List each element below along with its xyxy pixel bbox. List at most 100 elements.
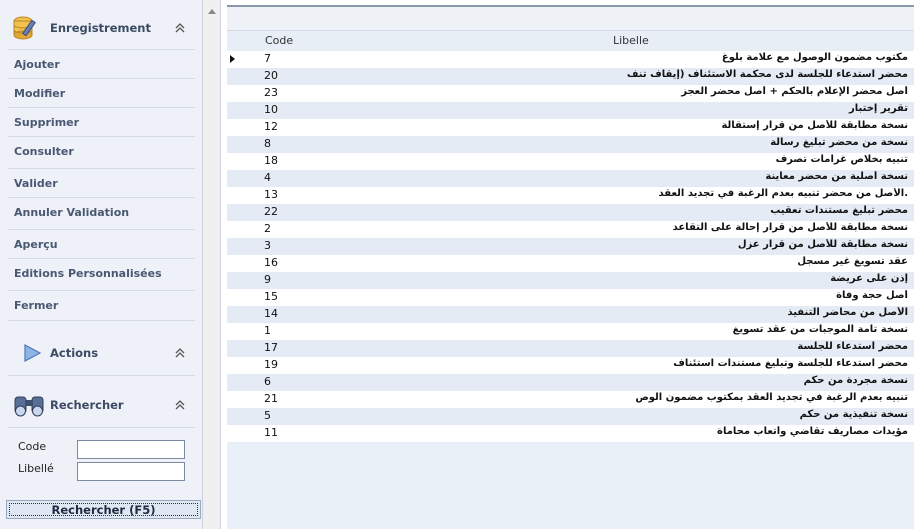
table-row[interactable]: 1 نسخة تامة الموجبات من عقد تسويغ: [227, 323, 914, 340]
cell-code[interactable]: 2: [264, 222, 271, 235]
cell-libelle[interactable]: نسخة من محضر تبليغ رسالة: [613, 137, 908, 148]
table-row[interactable]: 15 أصل حجة وفاة: [227, 289, 914, 306]
binoculars-icon: [12, 391, 46, 419]
cell-libelle[interactable]: نسخة مطابقة للأصل من قرار عزل: [613, 239, 908, 250]
chevron-up-icon[interactable]: [175, 399, 185, 411]
cell-libelle[interactable]: محضر استدعاء للجلسة لدى محكمة الاستئناف …: [613, 69, 908, 80]
table-row[interactable]: 2 نسخة مطابقة للأصل من قرار إحالة على الت…: [227, 221, 914, 238]
rechercher-button-label: Rechercher (F5): [51, 502, 156, 517]
cell-code[interactable]: 14: [264, 307, 278, 320]
divider: [8, 78, 195, 79]
cell-libelle[interactable]: عقد تسويغ غير مسجل: [613, 256, 908, 267]
cell-libelle[interactable]: نسخة أصلية من محضر معاينة: [613, 171, 908, 182]
column-header-libelle[interactable]: Libelle: [613, 34, 649, 47]
cell-code[interactable]: 3: [264, 239, 271, 252]
apercu-button[interactable]: Aperçu: [14, 238, 194, 251]
table-row[interactable]: 10 تقرير إختبار: [227, 102, 914, 119]
table-row[interactable]: 21 تنبيه بعدم الرغبة في تجديد العقد بمكتو…: [227, 391, 914, 408]
cell-code[interactable]: 13: [264, 188, 278, 201]
modifier-button[interactable]: Modifier: [14, 87, 194, 100]
database-pencil-icon: [12, 14, 38, 42]
cell-code[interactable]: 9: [264, 273, 271, 286]
table-row[interactable]: 17 محضر استدعاء للجلسة: [227, 340, 914, 357]
cell-libelle[interactable]: محضر استدعاء للجلسة: [613, 341, 908, 352]
cell-libelle[interactable]: نسخة مجردة من حكم: [613, 375, 908, 386]
table-row[interactable]: 7 مكتوب مضمون الوصول مع علامة بلوغ: [227, 51, 914, 68]
cell-code[interactable]: 4: [264, 171, 271, 184]
table-row[interactable]: 4 نسخة أصلية من محضر معاينة: [227, 170, 914, 187]
libelle-label: Libellé: [18, 462, 54, 475]
chevron-up-icon[interactable]: [175, 347, 185, 359]
table-row[interactable]: 6 نسخة مجردة من حكم: [227, 374, 914, 391]
table-row[interactable]: 3 نسخة مطابقة للأصل من قرار عزل: [227, 238, 914, 255]
libelle-input[interactable]: [77, 462, 185, 481]
chevron-up-icon[interactable]: [175, 22, 185, 34]
table-row[interactable]: 12 نسخة مطابقة للأصل من قرار إستقالة: [227, 119, 914, 136]
cell-libelle[interactable]: محضر استدعاء للجلسة وتبليغ مستندات استئن…: [613, 358, 908, 369]
table-row[interactable]: 18 تنبيه بخلاص غرامات تصرف: [227, 153, 914, 170]
current-row-indicator-icon: [230, 55, 235, 63]
cell-code[interactable]: 18: [264, 154, 278, 167]
cell-libelle[interactable]: محضر تبليغ مستندات تعقيب: [613, 205, 908, 216]
cell-libelle[interactable]: أصل حجة وفاة: [613, 290, 908, 301]
ajouter-button[interactable]: Ajouter: [14, 58, 194, 71]
fermer-button[interactable]: Fermer: [14, 299, 194, 312]
annuler-validation-button[interactable]: Annuler Validation: [14, 206, 194, 219]
cell-libelle[interactable]: نسخة تامة الموجبات من عقد تسويغ: [613, 324, 908, 335]
table-row[interactable]: 23 أصل محضر الإعلام بالحكم + أصل محضر الع…: [227, 85, 914, 102]
cell-code[interactable]: 23: [264, 86, 278, 99]
cell-libelle[interactable]: نسخة تنفيذية من حكم: [613, 409, 908, 420]
divider: [8, 229, 195, 230]
cell-code[interactable]: 19: [264, 358, 278, 371]
table-row[interactable]: 22 محضر تبليغ مستندات تعقيب: [227, 204, 914, 221]
cell-code[interactable]: 22: [264, 205, 278, 218]
cell-code[interactable]: 12: [264, 120, 278, 133]
table-row[interactable]: 9 إذن على عريضة: [227, 272, 914, 289]
cell-code[interactable]: 1: [264, 324, 271, 337]
cell-libelle[interactable]: .الأصل من محضر تنبيه بعدم الرغبة في تجدي…: [613, 188, 908, 199]
cell-libelle[interactable]: تنبيه بخلاص غرامات تصرف: [613, 154, 908, 165]
table-row[interactable]: 16 عقد تسويغ غير مسجل: [227, 255, 914, 272]
cell-libelle[interactable]: نسخة مطابقة للأصل من قرار إحالة على التق…: [613, 222, 908, 233]
valider-button[interactable]: Valider: [14, 177, 194, 190]
table-row[interactable]: 11 مؤيدات مصاريف تقاضي وأتعاب محاماة: [227, 425, 914, 442]
data-grid: Code Libelle 7 مكتوب مضمون الوصول مع علام…: [227, 5, 914, 529]
table-row[interactable]: 13 .الأصل من محضر تنبيه بعدم الرغبة في تج…: [227, 187, 914, 204]
cell-libelle[interactable]: إذن على عريضة: [613, 273, 908, 284]
table-row[interactable]: 14 الأصل من محاضر التنفيذ: [227, 306, 914, 323]
cell-code[interactable]: 10: [264, 103, 278, 116]
cell-code[interactable]: 20: [264, 69, 278, 82]
cell-libelle[interactable]: نسخة مطابقة للأصل من قرار إستقالة: [613, 120, 908, 131]
cell-libelle[interactable]: مؤيدات مصاريف تقاضي وأتعاب محاماة: [613, 426, 908, 437]
cell-libelle[interactable]: تقرير إختبار: [613, 103, 908, 114]
cell-code[interactable]: 17: [264, 341, 278, 354]
code-input[interactable]: [77, 440, 185, 459]
cell-code[interactable]: 16: [264, 256, 278, 269]
scroll-up-arrow-icon[interactable]: [208, 9, 216, 14]
editions-personnalisees-button[interactable]: Editions Personnalisées: [14, 267, 194, 280]
cell-libelle[interactable]: تنبيه بعدم الرغبة في تجديد العقد بمكتوب …: [613, 392, 908, 403]
table-row[interactable]: 19 محضر استدعاء للجلسة وتبليغ مستندات است…: [227, 357, 914, 374]
cell-code[interactable]: 7: [264, 52, 271, 65]
cell-code[interactable]: 5: [264, 409, 271, 422]
cell-libelle[interactable]: مكتوب مضمون الوصول مع علامة بلوغ: [613, 52, 908, 63]
table-row[interactable]: 5 نسخة تنفيذية من حكم: [227, 408, 914, 425]
enregistrement-header[interactable]: Enregistrement: [4, 8, 197, 48]
cell-code[interactable]: 15: [264, 290, 278, 303]
table-row[interactable]: 20 محضر استدعاء للجلسة لدى محكمة الاستئنا…: [227, 68, 914, 85]
actions-header[interactable]: Actions: [4, 333, 197, 373]
cell-code[interactable]: 6: [264, 375, 271, 388]
consulter-button[interactable]: Consulter: [14, 145, 194, 158]
cell-code[interactable]: 8: [264, 137, 271, 150]
divider: [8, 427, 195, 428]
cell-libelle[interactable]: أصل محضر الإعلام بالحكم + أصل محضر العجز: [613, 86, 908, 97]
rechercher-header[interactable]: Rechercher: [4, 385, 197, 425]
cell-code[interactable]: 11: [264, 426, 278, 439]
cell-code[interactable]: 21: [264, 392, 278, 405]
rechercher-button[interactable]: Rechercher (F5): [6, 500, 201, 519]
supprimer-button[interactable]: Supprimer: [14, 116, 194, 129]
sidebar-scrollbar[interactable]: [203, 0, 221, 529]
table-row[interactable]: 8 نسخة من محضر تبليغ رسالة: [227, 136, 914, 153]
cell-libelle[interactable]: الأصل من محاضر التنفيذ: [613, 307, 908, 318]
column-header-code[interactable]: Code: [265, 34, 293, 47]
